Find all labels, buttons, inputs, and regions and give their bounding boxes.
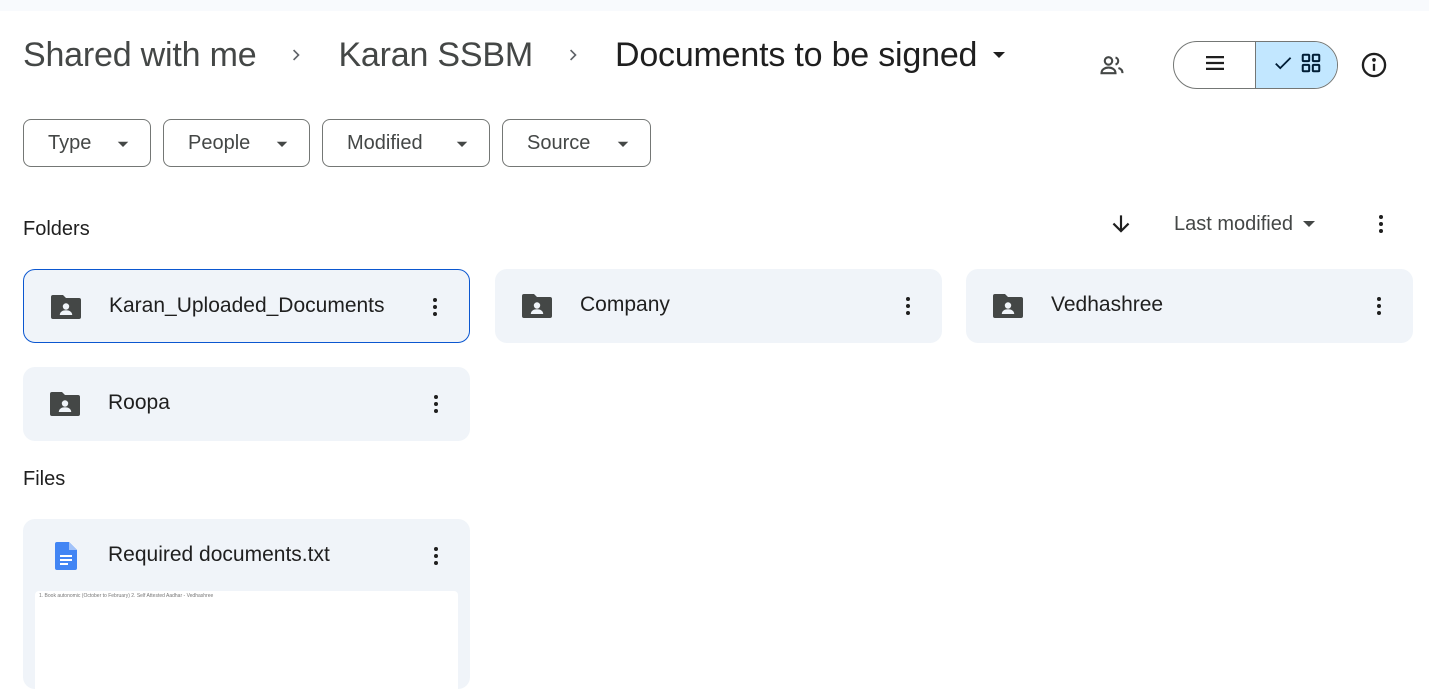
document-icon	[55, 542, 77, 570]
breadcrumb-current-folder[interactable]: Documents to be signed	[615, 36, 977, 75]
filter-people-label: People	[188, 131, 251, 154]
shared-folder-icon	[993, 294, 1023, 318]
breadcrumb: Shared with me Karan SSBM Documents to b…	[23, 32, 1013, 78]
people-icon[interactable]	[1095, 48, 1129, 82]
filter-type-chip[interactable]: Type	[23, 119, 151, 167]
view-toggle	[1173, 41, 1338, 89]
list-view-button[interactable]	[1174, 42, 1256, 88]
chevron-right-icon	[563, 32, 585, 78]
info-icon[interactable]	[1357, 48, 1391, 82]
sort-label: Last modified	[1174, 212, 1293, 235]
grid-view-icon	[1300, 52, 1322, 79]
shared-folder-icon	[51, 295, 81, 319]
file-preview-text: 1. Book autonomic (October to February) …	[39, 593, 214, 599]
chevron-right-icon	[286, 32, 308, 78]
folder-name: Vedhashree	[1051, 293, 1164, 316]
arrow-drop-down-icon	[617, 141, 629, 147]
filter-modified-label: Modified	[347, 131, 423, 154]
folder-card[interactable]: Vedhashree	[966, 269, 1413, 343]
arrow-drop-down-icon[interactable]	[985, 41, 1013, 69]
arrow-drop-down-icon	[276, 141, 288, 147]
arrow-drop-down-icon	[456, 141, 468, 147]
file-card[interactable]: Required documents.txt 1. Book autonomic…	[23, 519, 470, 689]
arrow-downward-icon[interactable]	[1106, 209, 1136, 239]
folder-card[interactable]: Company	[495, 269, 942, 343]
list-view-icon	[1203, 51, 1227, 80]
filter-source-label: Source	[527, 131, 591, 154]
folder-card[interactable]: Karan_Uploaded_Documents	[23, 269, 470, 343]
breadcrumb-shared-with-me[interactable]: Shared with me	[23, 36, 257, 75]
more-vert-icon[interactable]	[420, 540, 452, 572]
more-vert-icon[interactable]	[1366, 209, 1396, 239]
shared-folder-icon	[522, 294, 552, 318]
arrow-drop-down-icon	[1302, 221, 1315, 227]
top-strip	[0, 0, 1429, 11]
folder-name: Karan_Uploaded_Documents	[109, 294, 385, 317]
filter-people-chip[interactable]: People	[163, 119, 310, 167]
folder-name: Company	[580, 293, 670, 316]
more-vert-icon[interactable]	[420, 388, 452, 420]
folder-card[interactable]: Roopa	[23, 367, 470, 441]
breadcrumb-karan-ssbm[interactable]: Karan SSBM	[338, 36, 533, 75]
more-vert-icon[interactable]	[892, 290, 924, 322]
filter-modified-chip[interactable]: Modified	[322, 119, 490, 167]
shared-folder-icon	[50, 392, 80, 416]
more-vert-icon[interactable]	[1363, 290, 1395, 322]
sort-by-button[interactable]: Last modified	[1174, 209, 1321, 239]
filter-source-chip[interactable]: Source	[502, 119, 651, 167]
folders-heading: Folders	[23, 218, 90, 240]
files-heading: Files	[23, 468, 66, 490]
file-name: Required documents.txt	[108, 543, 330, 566]
filter-type-label: Type	[48, 131, 92, 154]
grid-view-button[interactable]	[1256, 42, 1337, 88]
check-icon	[1272, 52, 1294, 79]
file-preview: 1. Book autonomic (October to February) …	[35, 591, 458, 689]
arrow-drop-down-icon	[117, 141, 129, 147]
folder-name: Roopa	[108, 391, 170, 414]
more-vert-icon[interactable]	[419, 291, 451, 323]
